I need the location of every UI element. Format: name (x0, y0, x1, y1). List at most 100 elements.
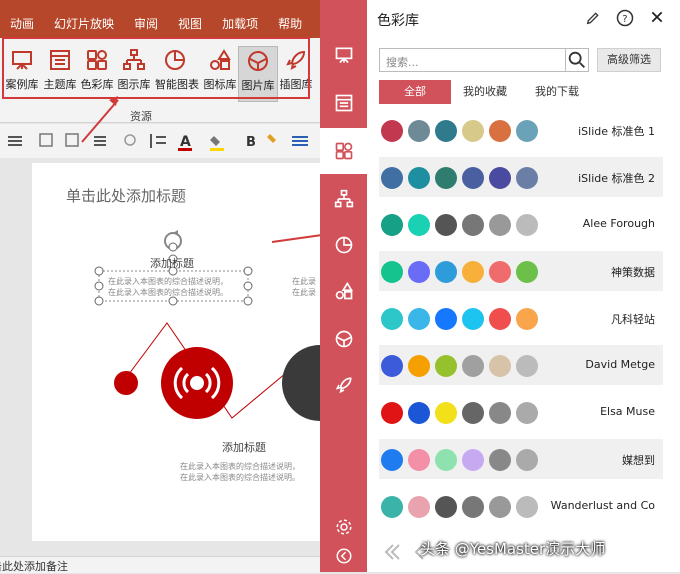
sidebar-item-case[interactable] (320, 32, 367, 78)
color-swatch[interactable] (381, 167, 403, 189)
color-swatch[interactable] (381, 261, 403, 283)
palette-name: Alee Forough (582, 217, 655, 230)
color-swatch[interactable] (516, 355, 538, 377)
sidebar-item-diagram[interactable] (320, 176, 367, 222)
sidebar-item-illustrations[interactable] (320, 362, 367, 408)
sidebar-item-chart[interactable] (320, 222, 367, 268)
color-swatch[interactable] (408, 261, 430, 283)
palette-row[interactable]: David Metge (379, 345, 663, 385)
color-swatch[interactable] (435, 449, 457, 471)
sidebar-back[interactable] (320, 540, 367, 572)
color-swatch[interactable] (381, 402, 403, 424)
color-swatch[interactable] (489, 214, 511, 236)
palette-name: iSlide 标准色 2 (578, 172, 655, 185)
color-swatch[interactable] (516, 214, 538, 236)
sidebar-item-color[interactable] (320, 128, 367, 174)
palette-row[interactable]: iSlide 标准色 1 (379, 110, 663, 150)
color-swatch[interactable] (489, 449, 511, 471)
color-swatch[interactable] (408, 402, 430, 424)
color-swatch[interactable] (408, 355, 430, 377)
color-swatch[interactable] (462, 449, 484, 471)
svg-text:?: ? (622, 14, 627, 25)
palette-row[interactable]: 凡科轻站 (379, 298, 663, 338)
color-swatch[interactable] (462, 120, 484, 142)
palette-row[interactable]: iSlide 标准色 2 (379, 157, 663, 197)
search-placeholder: 搜索... (386, 56, 419, 69)
tab-downloads[interactable]: 我的下载 (525, 80, 589, 104)
color-swatch[interactable] (462, 402, 484, 424)
palette-name: 凡科轻站 (611, 313, 655, 326)
color-swatch[interactable] (462, 261, 484, 283)
color-swatch[interactable] (516, 402, 538, 424)
color-swatch[interactable] (435, 496, 457, 518)
color-swatch[interactable] (489, 496, 511, 518)
color-swatch[interactable] (381, 308, 403, 330)
palette-row[interactable]: 神策数据 (379, 251, 663, 291)
color-swatch[interactable] (408, 167, 430, 189)
palette-name: 神策数据 (611, 266, 655, 279)
color-swatch[interactable] (408, 449, 430, 471)
color-swatch[interactable] (381, 214, 403, 236)
color-swatch[interactable] (435, 214, 457, 236)
color-swatch[interactable] (408, 120, 430, 142)
status-bar: 单击此处添加备注 (0, 556, 320, 573)
palette-row[interactable]: Wanderlust and Co (379, 486, 663, 526)
palette-grid-icon (335, 142, 352, 160)
color-swatch[interactable] (489, 167, 511, 189)
palette-row[interactable]: 媒想到 (379, 439, 663, 479)
color-swatch[interactable] (435, 167, 457, 189)
color-swatch[interactable] (489, 402, 511, 424)
color-swatch[interactable] (462, 355, 484, 377)
aperture-icon (335, 330, 352, 348)
color-swatch[interactable] (489, 308, 511, 330)
color-swatch[interactable] (489, 120, 511, 142)
color-swatch[interactable] (435, 120, 457, 142)
sidebar-item-icons[interactable] (320, 268, 367, 314)
color-swatch[interactable] (408, 308, 430, 330)
palette-row[interactable]: Alee Forough (379, 204, 663, 244)
color-swatch[interactable] (516, 308, 538, 330)
search-input[interactable]: 搜索... (379, 48, 589, 72)
color-swatch[interactable] (435, 308, 457, 330)
color-swatch[interactable] (435, 355, 457, 377)
color-swatch[interactable] (516, 496, 538, 518)
hierarchy-icon (334, 189, 353, 208)
color-swatch[interactable] (462, 308, 484, 330)
search-button[interactable] (565, 48, 589, 72)
color-swatch[interactable] (489, 261, 511, 283)
color-swatch[interactable] (516, 167, 538, 189)
color-swatch[interactable] (381, 496, 403, 518)
color-swatch[interactable] (516, 449, 538, 471)
rocket-icon (335, 377, 352, 394)
color-swatch[interactable] (516, 120, 538, 142)
color-swatch[interactable] (435, 261, 457, 283)
pencil-icon[interactable] (585, 10, 601, 26)
palette-name: Elsa Muse (600, 405, 655, 418)
back-arrow-icon (336, 548, 351, 564)
color-swatch[interactable] (435, 402, 457, 424)
close-icon[interactable] (650, 10, 664, 24)
color-swatch[interactable] (381, 120, 403, 142)
palette-name: iSlide 标准色 1 (578, 125, 655, 138)
color-swatch[interactable] (381, 355, 403, 377)
color-swatch[interactable] (408, 496, 430, 518)
tab-all[interactable]: 全部 (379, 80, 451, 104)
tab-favorites[interactable]: 我的收藏 (453, 80, 517, 104)
color-swatch[interactable] (516, 261, 538, 283)
advanced-filter-button[interactable]: 高级筛选 (597, 48, 661, 72)
color-swatch[interactable] (462, 214, 484, 236)
palette-row[interactable]: Elsa Muse (379, 392, 663, 432)
gear-icon (336, 519, 351, 535)
sidebar-item-images[interactable] (320, 316, 367, 362)
color-swatch[interactable] (462, 496, 484, 518)
islide-sidebar (320, 0, 367, 572)
sidebar-item-theme[interactable] (320, 80, 367, 126)
help-icon[interactable]: ? (616, 9, 634, 27)
color-swatch[interactable] (381, 449, 403, 471)
color-swatch[interactable] (489, 355, 511, 377)
layout-icon (335, 94, 352, 112)
panel-title: 色彩库 (377, 13, 419, 29)
palette-name: Wanderlust and Co (550, 499, 655, 512)
color-swatch[interactable] (462, 167, 484, 189)
color-swatch[interactable] (408, 214, 430, 236)
